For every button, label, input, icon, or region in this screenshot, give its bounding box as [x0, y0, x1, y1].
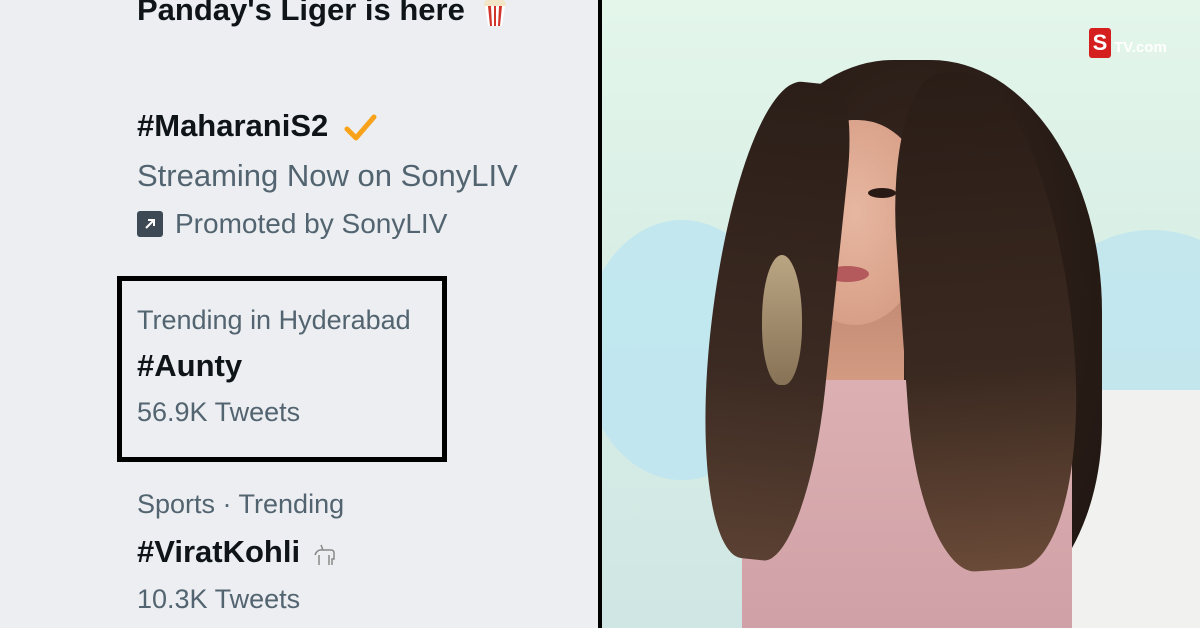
promo-hashtag[interactable]: #MaharaniS2 — [137, 108, 377, 145]
trend-hashtag[interactable]: #Aunty — [137, 348, 242, 384]
trend-top-title-text: Panday's Liger is here — [137, 0, 465, 27]
right-eye — [868, 188, 896, 198]
interview-photo: S TV.com — [602, 0, 1200, 628]
promoted-arrow-icon — [137, 211, 163, 237]
trend-top-title[interactable]: Panday's Liger is here — [137, 0, 507, 28]
promoted-by[interactable]: Promoted by SonyLIV — [137, 208, 447, 240]
trend-tweet-count: 56.9K Tweets — [137, 397, 301, 427]
sports-trend-hashtag-text: #ViratKohli — [137, 534, 301, 569]
sports-trend-tweet-count: 10.3K Tweets — [137, 584, 301, 614]
promo-description: Streaming Now on SonyLIV — [137, 158, 518, 193]
popcorn-icon — [484, 0, 507, 26]
goat-icon — [314, 544, 335, 565]
logo-text: TV.com — [1114, 38, 1167, 56]
earring — [762, 255, 802, 385]
trend-context: Trending in Hyderabad — [137, 305, 411, 335]
promo-hashtag-text: #MaharaniS2 — [137, 108, 329, 143]
promoted-label: Promoted by SonyLIV — [175, 208, 448, 239]
trends-panel: Panday's Liger is here #MaharaniS2 Strea… — [0, 0, 598, 628]
channel-logo: S TV.com — [1089, 28, 1167, 58]
orange-check-icon — [344, 114, 377, 141]
sports-trend-hashtag[interactable]: #ViratKohli — [137, 534, 337, 570]
sports-trend-context: Sports · Trending — [137, 489, 345, 519]
logo-mark: S — [1089, 28, 1111, 58]
